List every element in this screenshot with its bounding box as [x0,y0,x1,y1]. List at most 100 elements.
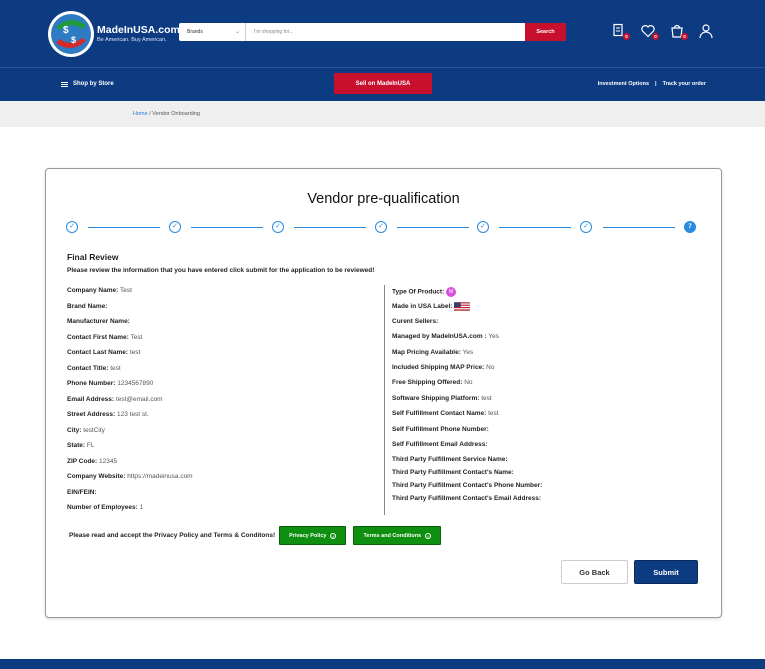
nav-right-links: Investment Options | Track your order [598,81,706,87]
cart-button[interactable]: 0 [669,23,688,40]
svg-text:$: $ [63,25,69,36]
breadcrumb: Home / Vendor Onboarding [133,111,200,117]
step-3[interactable]: ✓ [272,221,284,233]
field-value: No [464,379,473,387]
step-2[interactable]: ✓ [169,221,181,233]
go-back-button[interactable]: Go Back [561,560,628,584]
privacy-policy-label: Privacy Policy [289,532,327,539]
field-label: Email Address: [67,395,115,403]
field-label: Self Fulfillment Phone Number: [392,425,489,433]
step-5[interactable]: ✓ [477,221,489,233]
field-label: Self Fulfillment Email Address: [392,440,488,448]
review-field: Company Website: https://madeinusa.com [67,473,377,489]
progress-stepper: ✓ ✓ ✓ ✓ ✓ ✓ 7 [66,221,702,235]
search-category-value: Brands [187,29,203,35]
step-7-active[interactable]: 7 [684,221,696,233]
chevron-down-icon: ⌄ [234,29,240,35]
review-field: EIN/FEIN: [67,489,377,505]
step-connector [397,227,469,228]
shop-by-store-menu[interactable]: Shop by Store [61,81,114,87]
footer-bar [0,659,765,669]
field-label: Curent Sellers: [392,317,439,325]
field-value: testCity [83,426,105,434]
compare-button[interactable]: 0 [611,23,630,40]
field-label: Brand Name: [67,302,108,310]
field-value: test [110,364,121,372]
review-field: Street Address: 123 test st. [67,411,377,427]
field-value: Test [120,287,132,294]
hamburger-icon [61,81,68,87]
review-field: Contact Title: test [67,365,377,381]
breadcrumb-bar: Home / Vendor Onboarding [0,101,765,127]
search-input[interactable] [246,23,525,41]
review-field: Type Of Product: M [392,287,712,302]
field-value: https://madeinusa.com [127,473,193,480]
field-value: No [486,363,495,371]
svg-text:$: $ [71,35,76,45]
submit-button[interactable]: Submit [634,560,698,584]
field-value: test [481,394,492,402]
field-label: Contact First Name: [67,333,129,341]
step-4[interactable]: ✓ [375,221,387,233]
check-circle-icon: ✓ [330,532,337,539]
review-field: City: testCity [67,427,377,443]
wishlist-count-badge: 0 [652,33,659,40]
us-flag-icon [454,302,471,312]
review-field: Number of Employees: 1 [67,504,377,520]
field-label: Type Of Product: [392,288,445,296]
breadcrumb-home-link[interactable]: Home [133,111,148,117]
step-6[interactable]: ✓ [580,221,592,233]
field-value: Yes [462,348,474,356]
field-label: Free Shipping Offered: [392,379,463,387]
account-button[interactable] [698,23,714,39]
field-value: test [488,410,499,418]
review-field: Software Shipping Platform: test [392,395,712,410]
field-label: Self Fulfillment Contact Name: [392,410,487,418]
search-category-select[interactable]: Brands ⌄ [179,23,246,41]
review-field: Third Party Fulfillment Contact's Phone … [392,482,712,495]
terms-conditions-button[interactable]: Terms and Conditions ✓ [353,526,442,545]
sell-on-madeinusa-button[interactable]: Sell on MadeInUSA [334,73,432,94]
review-field: Self Fulfillment Contact Name: test [392,410,712,425]
review-field: Made in USA Label: [392,302,712,317]
field-label: City: [67,426,82,434]
step-connector [603,227,675,228]
field-value: 12345 [99,457,118,465]
review-field: Self Fulfillment Phone Number: [392,426,712,441]
step-connector [499,227,571,228]
shop-by-store-label: Shop by Store [73,81,114,87]
review-field: Curent Sellers: [392,318,712,333]
field-label: Third Party Fulfillment Service Name: [392,456,508,464]
user-icon [699,24,713,39]
field-value: 1234567890 [117,380,154,387]
policy-instructions: Please read and accept the Privacy Polic… [69,532,276,539]
field-value: FL [86,442,95,449]
track-order-link[interactable]: Track your order [663,81,706,87]
step-1[interactable]: ✓ [66,221,78,233]
field-label: Company Website: [67,473,126,480]
column-divider [384,285,385,515]
review-field: Contact First Name: Test [67,334,377,350]
brand-tagline: Be American. Buy American. [97,37,167,43]
privacy-policy-button[interactable]: Privacy Policy ✓ [279,526,347,545]
page-title: Vendor pre-qualification [307,191,460,207]
step-connector [294,227,366,228]
review-field: Third Party Fulfillment Service Name: [392,456,712,469]
review-field: Third Party Fulfillment Contact's Name: [392,469,712,482]
wishlist-button[interactable]: 0 [640,23,659,40]
policy-acceptance-row: Please read and accept the Privacy Polic… [69,526,442,545]
madeinusa-logo-icon[interactable]: $ $ [46,9,96,59]
field-label: Managed by MadeInUSA.com : [392,333,487,341]
field-label: Software Shipping Platform: [392,394,480,402]
review-field: Brand Name: [67,303,377,319]
compare-count-badge: 0 [623,33,630,40]
investment-options-link[interactable]: Investment Options [598,81,649,87]
brand-name[interactable]: MadeInUSA.com [97,24,180,36]
search-button[interactable]: Search [525,23,566,41]
review-field: State: FL [67,442,377,458]
field-value: test@email.com [115,395,163,403]
field-value: 123 test st. [116,411,149,418]
review-field: Managed by MadeInUSA.com : Yes [392,333,712,348]
vendor-form-card: Vendor pre-qualification ✓ ✓ ✓ ✓ ✓ ✓ 7 F… [45,168,722,618]
top-header: $ $ MadeInUSA.com Be American. Buy Ameri… [0,0,765,67]
